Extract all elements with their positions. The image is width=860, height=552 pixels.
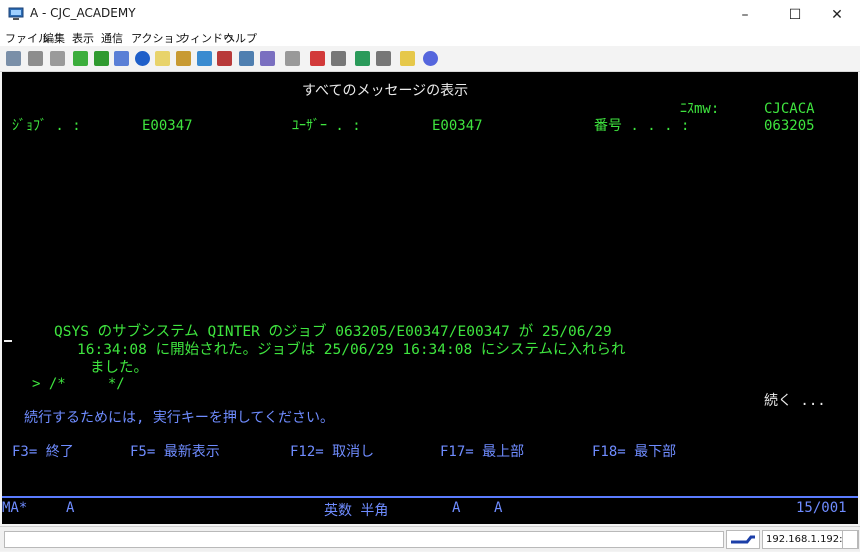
oia-separator	[2, 496, 858, 498]
message-line-1: QSYS のサブシステム QINTER のジョブ 063205/E00347/E…	[54, 324, 612, 340]
menu-edit[interactable]: 編集	[43, 30, 65, 46]
macro-icon[interactable]	[176, 51, 191, 66]
stop-macro-icon[interactable]	[331, 51, 346, 66]
fkey-f3[interactable]: F3= 終了	[12, 444, 74, 460]
menu-view[interactable]: 表示	[72, 30, 94, 46]
oia-message-indicator: MA*	[2, 500, 28, 516]
message-line-2: 16:34:08 に開始された。ジョブは 25/06/29 16:34:08 に…	[77, 342, 626, 358]
notepad-icon[interactable]	[155, 51, 170, 66]
fkey-f12[interactable]: F12= 取消し	[290, 444, 374, 460]
stop-play-icon[interactable]	[376, 51, 391, 66]
system-value: CJCACA	[764, 101, 815, 117]
oia-mode-a2: A	[494, 500, 503, 516]
receive-file-icon[interactable]	[94, 51, 109, 66]
job-value: E00347	[142, 118, 193, 134]
play-macro-icon[interactable]	[355, 51, 370, 66]
menu-bar: ファイル 編集 表示 通信 アクション ウィンドウ ヘルプ	[0, 29, 860, 46]
oia-input-mode: 英数 半角	[324, 503, 389, 519]
paste-icon[interactable]	[28, 51, 43, 66]
minimize-button[interactable]: –	[722, 0, 768, 29]
user-label: ﾕｰｻﾞｰ . :	[292, 118, 361, 134]
instruction-text: 続行するためには, 実行キーを押してください。	[24, 410, 335, 426]
terminal-app-icon	[8, 7, 24, 20]
user-value: E00347	[432, 118, 483, 134]
window-title: A - CJC_ACADEMY	[30, 6, 136, 20]
message-line-3: ました。	[90, 360, 148, 376]
title-bar: A - CJC_ACADEMY – ☐ ✕	[0, 0, 860, 29]
menu-help[interactable]: ヘルプ	[224, 30, 257, 46]
number-label: 番号 . . . :	[594, 118, 690, 134]
display-icon[interactable]	[239, 51, 254, 66]
menu-action[interactable]: アクション	[131, 30, 185, 46]
menu-communication[interactable]: 通信	[101, 30, 123, 46]
navigate-icon[interactable]	[135, 51, 150, 66]
paste-special-icon[interactable]	[50, 51, 65, 66]
keypad-icon[interactable]	[197, 51, 212, 66]
job-label: ｼﾞｮﾌﾞ . :	[12, 118, 81, 134]
send-file-icon[interactable]	[73, 51, 88, 66]
record-macro-icon[interactable]	[310, 51, 325, 66]
fkey-f5[interactable]: F5= 最新表示	[130, 444, 220, 460]
settings-icon[interactable]	[260, 51, 275, 66]
oia-cursor-position: 15/001	[796, 500, 847, 516]
oia-mode-a1: A	[452, 500, 461, 516]
print-icon[interactable]	[114, 51, 129, 66]
connection-status-icon	[726, 530, 760, 549]
oia-session: A	[66, 500, 75, 516]
system-label: ﾆｽmw:	[680, 101, 720, 117]
help-icon[interactable]	[423, 51, 438, 66]
fkey-f18[interactable]: F18= 最下部	[592, 444, 676, 460]
screen-title: すべてのメッセージの表示	[302, 83, 469, 99]
close-button[interactable]: ✕	[814, 0, 860, 29]
fkey-f17[interactable]: F17= 最上部	[440, 444, 524, 460]
copy-icon[interactable]	[6, 51, 21, 66]
clipboard-icon[interactable]	[285, 51, 300, 66]
status-bar: 192.168.1.192:23	[0, 526, 860, 551]
cursor-marker	[4, 340, 12, 342]
resize-grip-icon[interactable]	[842, 530, 858, 549]
more-indicator: 続く ...	[764, 393, 826, 409]
maximize-button[interactable]: ☐	[772, 0, 818, 29]
document-icon[interactable]	[400, 51, 415, 66]
number-value: 063205	[764, 118, 815, 134]
transfer-icon[interactable]	[217, 51, 232, 66]
toolbar	[0, 46, 860, 72]
terminal-screen[interactable]: すべてのメッセージの表示 ﾆｽmw: CJCACA ｼﾞｮﾌﾞ . : E003…	[2, 72, 858, 524]
status-message-field	[4, 531, 724, 548]
command-prompt[interactable]: > /* */	[32, 376, 125, 392]
